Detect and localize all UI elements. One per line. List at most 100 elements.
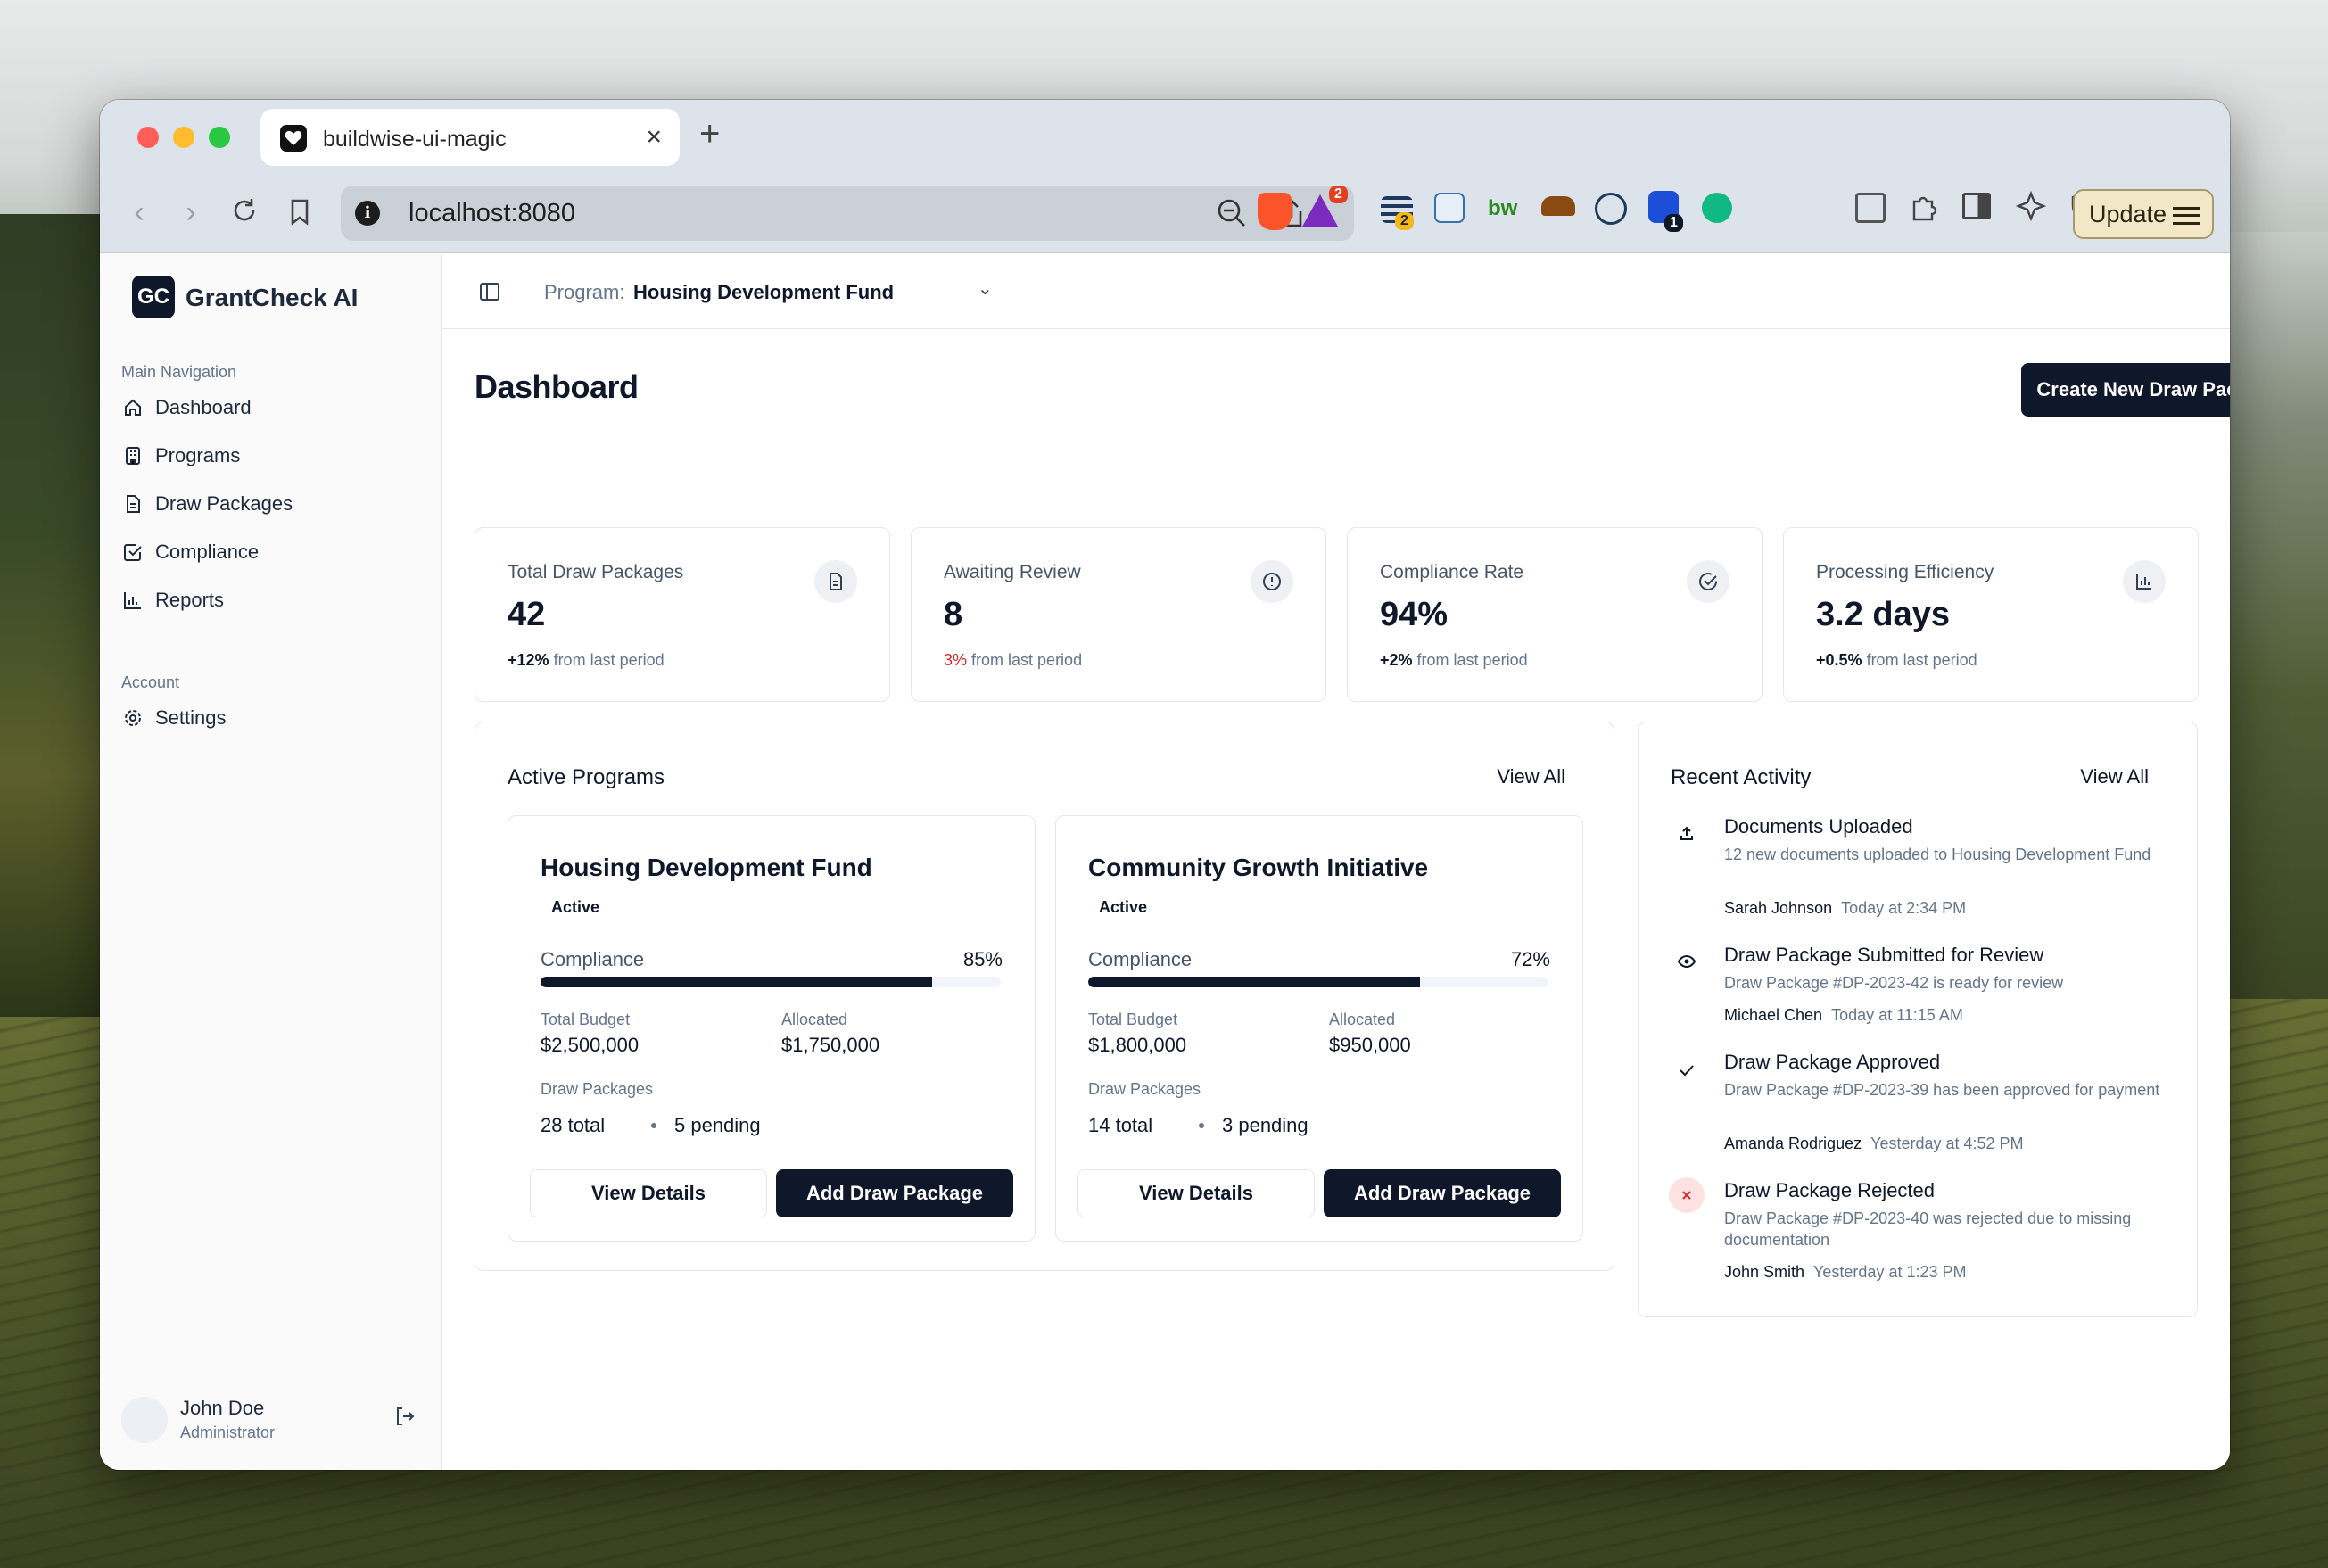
compliance-progress-fill: [541, 977, 932, 987]
page-title: Dashboard: [475, 368, 639, 405]
address-bar[interactable]: i localhost:8080: [341, 186, 1354, 241]
logout-icon[interactable]: [394, 1406, 417, 1429]
chat-extension-icon[interactable]: [1595, 193, 1627, 225]
allocated-value: $950,000: [1329, 1034, 1411, 1056]
activity-title: Documents Uploaded: [1724, 815, 1913, 838]
notes-extension-icon[interactable]: [1855, 193, 1886, 223]
update-button[interactable]: Update: [2073, 189, 2214, 239]
program-selector[interactable]: Housing Development Fund: [633, 281, 894, 304]
total-budget-label: Total Budget: [541, 1011, 631, 1028]
forward-icon[interactable]: ›: [173, 194, 209, 230]
maximize-window-button[interactable]: [209, 127, 230, 148]
sidebar-item-compliance[interactable]: Compliance: [121, 531, 421, 574]
stat-change: +12% from last period: [508, 651, 665, 670]
stat-change-suffix: from last period: [553, 651, 665, 669]
eye-icon: [1669, 944, 1705, 979]
add-draw-package-button[interactable]: Add Draw Package: [1324, 1169, 1561, 1217]
user-role: Administrator: [180, 1424, 276, 1441]
avatar: [121, 1397, 168, 1443]
stat-change: +0.5% from last period: [1816, 651, 1977, 670]
browser-tab[interactable]: buildwise-ui-magic ×: [260, 109, 680, 166]
document-icon: [814, 560, 857, 603]
site-info-icon[interactable]: i: [355, 201, 380, 226]
update-label: Update: [2089, 201, 2167, 227]
hat-extension-icon[interactable]: [1541, 196, 1575, 216]
view-details-button[interactable]: View Details: [1077, 1169, 1315, 1217]
total-budget-label: Total Budget: [1088, 1011, 1178, 1028]
close-window-button[interactable]: [137, 127, 159, 148]
menu-icon: [2173, 207, 2200, 225]
bw-extension-icon[interactable]: bw: [1488, 196, 1520, 220]
bookmark-icon[interactable]: [282, 198, 318, 234]
sidebar-item-draw-packages[interactable]: Draw Packages: [121, 483, 421, 525]
stat-change: 3% from last period: [944, 651, 1082, 670]
alert-circle-icon: [1251, 560, 1293, 603]
sidebar: GC GrantCheck AI Main Navigation Dashboa…: [100, 254, 442, 1470]
draw-total: 14 total: [1088, 1114, 1153, 1136]
sidebar-item-label: Dashboard: [155, 396, 252, 418]
puzzle-extensions-icon[interactable]: [1909, 191, 1939, 221]
status-badge: Active: [551, 898, 600, 916]
activity-title: Draw Package Submitted for Review: [1724, 944, 2044, 966]
stat-card-awaiting-review: Awaiting Review 8 3% from last period: [911, 527, 1326, 702]
sidebar-item-dashboard[interactable]: Dashboard: [121, 386, 421, 429]
rewards-badge: 2: [1329, 186, 1348, 203]
program-name: Housing Development Fund: [541, 854, 872, 881]
sidebar-item-reports[interactable]: Reports: [121, 579, 421, 622]
recent-activity-card: Recent Activity View All Documents Uploa…: [1638, 722, 2198, 1317]
openai-extension-icon[interactable]: [1702, 193, 1732, 223]
active-programs-view-all-link[interactable]: View All: [1497, 765, 1565, 788]
url-text[interactable]: localhost:8080: [409, 199, 575, 228]
sidebar-item-label: Compliance: [155, 541, 260, 563]
activity-title: Draw Package Rejected: [1724, 1179, 1936, 1201]
chevron-down-icon[interactable]: ⌄: [978, 277, 993, 300]
stat-change-suffix: from last period: [1866, 651, 1977, 669]
stat-change-value: 3%: [944, 651, 968, 669]
activity-meta: Sarah Johnson Today at 2:34 PM: [1724, 899, 1966, 918]
activity-user: Michael Chen: [1724, 1006, 1823, 1024]
sidebar-item-settings[interactable]: Settings: [121, 697, 421, 739]
activity-user: Amanda Rodriguez: [1724, 1135, 1862, 1152]
draw-total: 28 total: [541, 1114, 606, 1136]
brand-name: GrantCheck AI: [186, 284, 359, 311]
draw-pending: 5 pending: [674, 1114, 761, 1136]
stat-change-value: +0.5%: [1816, 651, 1862, 669]
sidebar-item-programs[interactable]: Programs: [121, 434, 421, 477]
program-label: Program:: [544, 281, 625, 303]
brave-shields-icon[interactable]: [1258, 193, 1292, 230]
zoom-out-icon[interactable]: [1217, 198, 1247, 235]
sidebar-toggle-icon[interactable]: [480, 283, 499, 301]
reload-icon[interactable]: [227, 196, 262, 232]
back-icon[interactable]: ‹: [121, 194, 157, 230]
tab-close-icon[interactable]: ×: [646, 122, 662, 153]
minimize-window-button[interactable]: [173, 127, 194, 148]
stat-label: Awaiting Review: [944, 562, 1081, 582]
view-details-button[interactable]: View Details: [530, 1169, 767, 1217]
add-draw-package-button[interactable]: Add Draw Package: [776, 1169, 1013, 1217]
stat-label: Compliance Rate: [1380, 562, 1524, 582]
recent-activity-view-all-link[interactable]: View All: [2080, 765, 2149, 788]
compliance-progress-fill: [1088, 977, 1420, 987]
create-draw-package-button[interactable]: Create New Draw Package: [2021, 363, 2230, 417]
stat-label: Processing Efficiency: [1816, 562, 1994, 582]
upload-icon: [1669, 815, 1705, 851]
stat-card-processing-efficiency: Processing Efficiency 3.2 days +0.5% fro…: [1783, 527, 2199, 702]
new-tab-icon[interactable]: +: [699, 116, 720, 152]
sidebar-toggle-icon[interactable]: [1962, 193, 1991, 219]
stat-change-value: +2%: [1380, 651, 1413, 669]
activity-time: Today at 2:34 PM: [1841, 899, 1967, 917]
user-profile: John Doe Administrator: [121, 1391, 421, 1445]
sidebar-item-label: Programs: [155, 444, 241, 466]
allocated-value: $1,750,000: [781, 1034, 880, 1056]
file-icon: [123, 494, 143, 514]
stat-value: 42: [508, 596, 546, 633]
activity-meta: Amanda Rodriguez Yesterday at 4:52 PM: [1724, 1135, 2024, 1153]
program-name: Community Growth Initiative: [1088, 854, 1429, 881]
stat-change-suffix: from last period: [1416, 651, 1528, 669]
reader-extension-icon[interactable]: [1434, 193, 1465, 223]
x-icon: [1669, 1177, 1705, 1213]
bar-chart-icon: [2123, 560, 2166, 603]
activity-user: John Smith: [1724, 1263, 1805, 1281]
status-badge: Active: [1099, 898, 1148, 916]
leo-ai-icon[interactable]: [2015, 190, 2047, 222]
